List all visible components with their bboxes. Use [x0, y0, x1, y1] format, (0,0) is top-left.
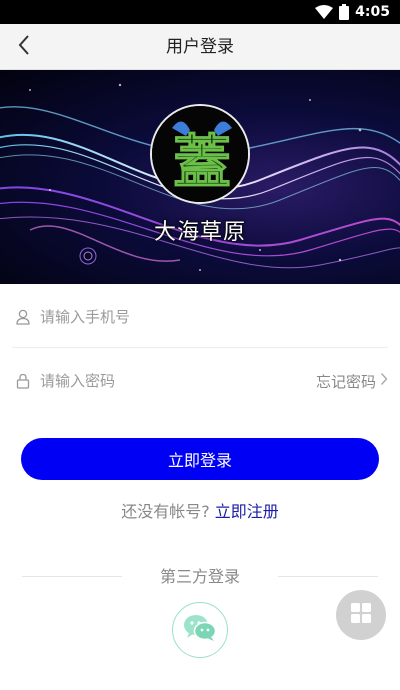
- nav-bar: 用户登录: [0, 24, 400, 70]
- chevron-right-icon: [380, 372, 388, 390]
- header-banner: 蓋 大海草原: [0, 70, 400, 284]
- register-prompt: 还没有帐号?: [121, 502, 210, 521]
- forgot-password-link[interactable]: 忘记密码: [316, 371, 388, 392]
- register-row: 还没有帐号? 立即注册: [0, 498, 400, 522]
- forgot-password-label: 忘记密码: [315, 372, 376, 391]
- page-title: 用户登录: [166, 37, 234, 57]
- chevron-left-icon: [17, 34, 31, 60]
- user-icon: [14, 308, 32, 326]
- brand-name: 大海草原: [153, 220, 246, 245]
- status-time: 4:05: [355, 4, 390, 20]
- status-icons: 4:05: [315, 0, 390, 24]
- divider-right: [278, 576, 378, 577]
- back-button[interactable]: [8, 31, 40, 63]
- phone-input[interactable]: [40, 308, 388, 326]
- register-link[interactable]: 立即注册: [215, 502, 279, 521]
- floating-menu-button[interactable]: [336, 590, 386, 640]
- password-input[interactable]: [40, 372, 316, 390]
- svg-text:蓋: 蓋: [173, 128, 231, 196]
- third-party-title: 第三方登录: [159, 567, 240, 586]
- wifi-icon: [315, 5, 334, 19]
- wechat-icon: [183, 614, 217, 646]
- login-button[interactable]: 立即登录: [21, 438, 379, 480]
- status-bar: 4:05: [0, 0, 400, 24]
- wechat-login-button[interactable]: [172, 602, 228, 658]
- brand-logo-avatar: 蓋: [150, 104, 250, 204]
- password-field-row: 忘记密码: [12, 350, 388, 412]
- phone-field-row: [12, 286, 388, 348]
- grid-icon: [350, 602, 372, 628]
- divider: [12, 347, 388, 348]
- lock-icon: [14, 372, 32, 390]
- battery-icon: [339, 4, 350, 20]
